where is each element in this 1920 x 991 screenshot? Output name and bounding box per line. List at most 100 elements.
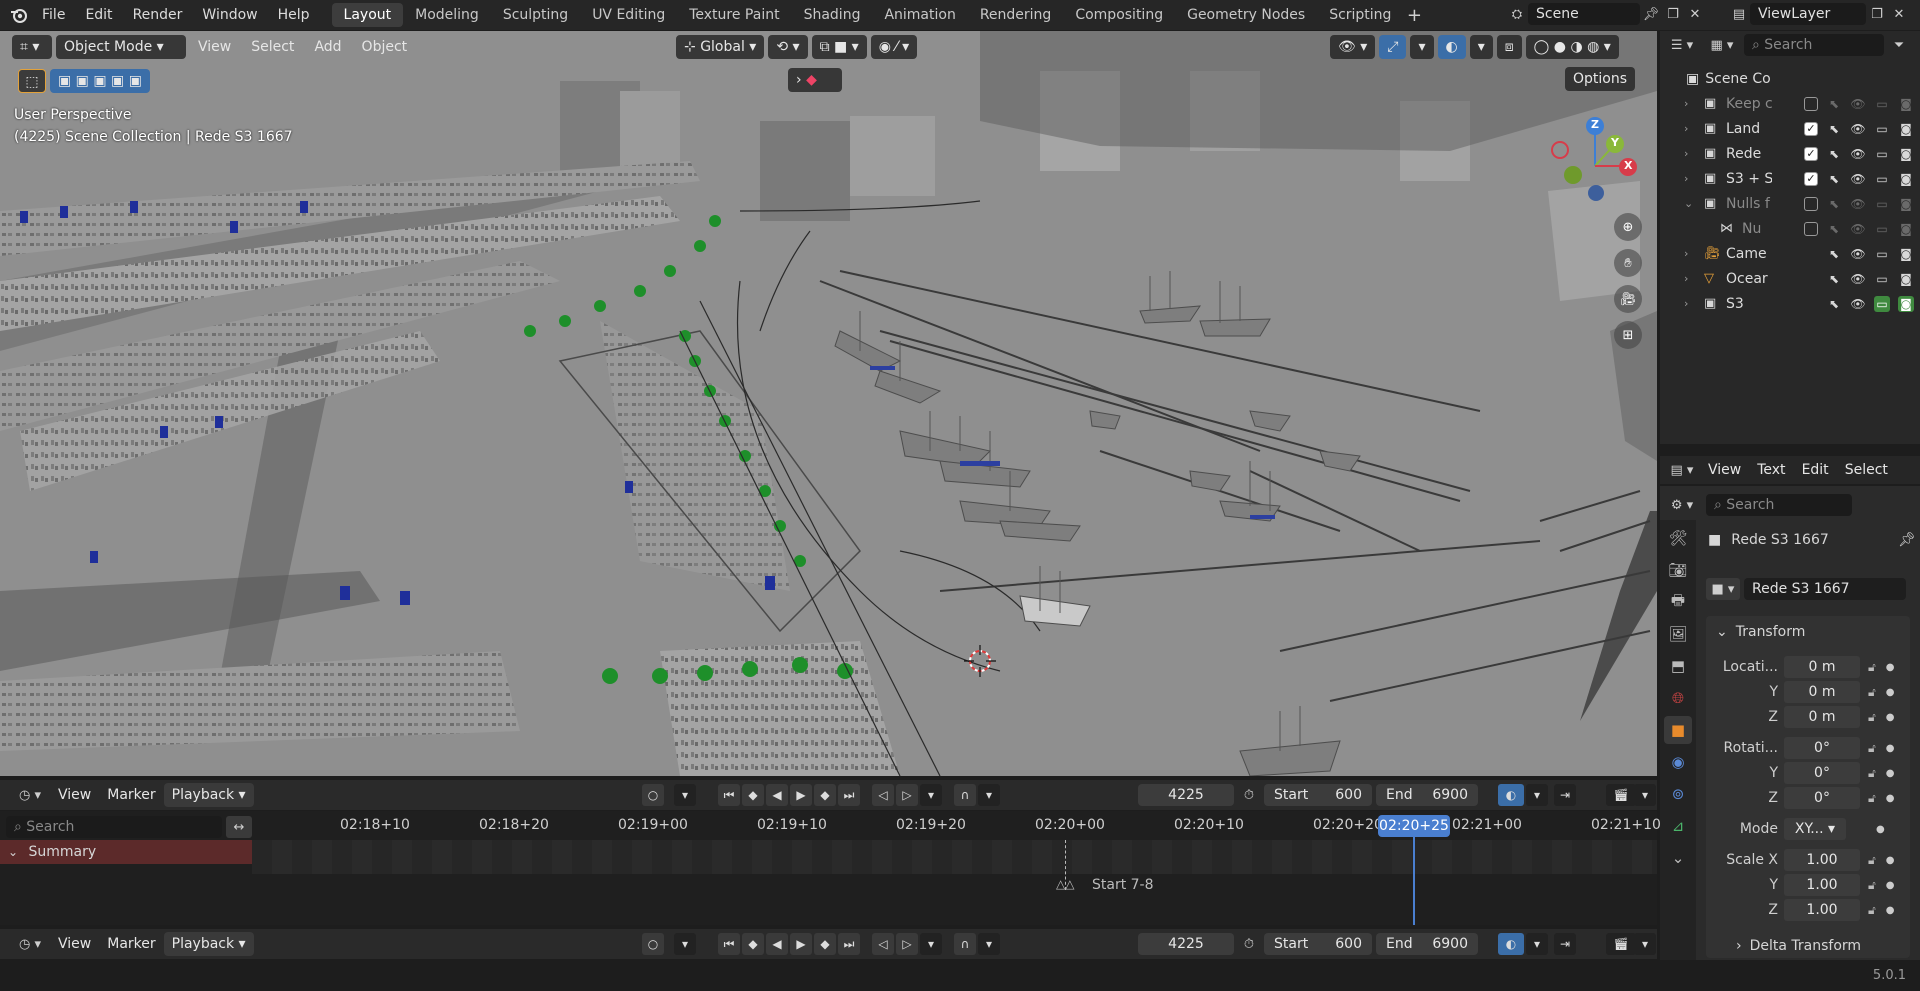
keyframe-dot-icon[interactable]: ●: [1886, 905, 1895, 916]
expand-chevron-icon[interactable]: ›: [1684, 297, 1688, 310]
select-arrow-icon[interactable]: ⬉: [1826, 271, 1842, 287]
expand-chevron-icon[interactable]: ›: [1684, 172, 1688, 185]
next-keyframe2-icon[interactable]: ◆: [814, 933, 836, 955]
outliner-row[interactable]: › ▣ S3 + S ✓ ⬉ 👁︎ ▭ ◙: [1660, 166, 1920, 191]
menu-edit[interactable]: Edit: [75, 0, 122, 30]
menu-window[interactable]: Window: [192, 0, 267, 30]
location-y-field[interactable]: 0 m: [1784, 681, 1860, 703]
object-name-field[interactable]: Rede S3 1667: [1744, 578, 1906, 600]
camera-render-icon[interactable]: ◙: [1898, 196, 1914, 212]
scale-z-field[interactable]: 1.00: [1784, 899, 1860, 921]
constraints-tab-icon[interactable]: ⊿: [1664, 812, 1692, 840]
world-tab-icon[interactable]: 🌐︎: [1664, 684, 1692, 712]
exclude-checkbox[interactable]: [1804, 221, 1818, 236]
jump-end-icon[interactable]: ⏭: [838, 784, 860, 806]
frame-range2-icon[interactable]: ⇥: [1554, 933, 1576, 955]
keying-dropdown-icon[interactable]: ▾: [920, 784, 942, 806]
timeline2-menu-playback[interactable]: Playback ▾: [163, 932, 254, 956]
eye-icon[interactable]: 👁︎: [1850, 271, 1866, 287]
rotation-x-field[interactable]: 0°: [1784, 737, 1860, 759]
jump-start2-icon[interactable]: ⏮: [718, 933, 740, 955]
exclude-checkbox[interactable]: ✓: [1804, 121, 1818, 136]
eye-icon[interactable]: 👁︎: [1850, 246, 1866, 262]
select-arrow-icon[interactable]: ⬉: [1826, 221, 1842, 237]
props-menu-select[interactable]: Select: [1837, 458, 1896, 482]
tab-texture-paint[interactable]: Texture Paint: [677, 3, 791, 27]
exclude-checkbox[interactable]: ✓: [1804, 146, 1818, 161]
keyframe-dot-icon[interactable]: ●: [1886, 743, 1895, 754]
summary-row[interactable]: ⌄ Summary: [0, 840, 252, 864]
clapper-icon[interactable]: 🎬︎: [1606, 784, 1636, 806]
camera-render-icon[interactable]: ◙: [1898, 221, 1914, 237]
display-mode-icon[interactable]: ▦ ▾: [1704, 34, 1740, 56]
tab-animation[interactable]: Animation: [872, 3, 967, 27]
options-button[interactable]: Options: [1565, 67, 1636, 91]
record-icon[interactable]: ○: [642, 784, 664, 806]
tab-sculpting[interactable]: Sculpting: [491, 3, 580, 27]
clapper2-icon[interactable]: 🎬︎: [1606, 933, 1636, 955]
select-box-icon[interactable]: ⬚: [18, 69, 46, 93]
modifier-tab-icon[interactable]: ◉: [1664, 748, 1692, 776]
monitor-icon[interactable]: ▭: [1874, 121, 1890, 137]
text-editor-icon[interactable]: ▤ ▾: [1664, 459, 1700, 481]
keyframe-dot-icon[interactable]: ●: [1886, 712, 1895, 723]
outliner-editor-icon[interactable]: ☰ ▾: [1664, 34, 1700, 56]
next-frame-icon[interactable]: ▷: [896, 784, 918, 806]
monitor-icon[interactable]: ▭: [1874, 96, 1890, 112]
lock-icon[interactable]: 🔓︎: [1868, 741, 1876, 756]
overlays-icon[interactable]: ◐: [1437, 35, 1466, 59]
timeline-search-input[interactable]: ⌕ Search: [6, 816, 222, 838]
copy-scene-icon[interactable]: ❐: [1662, 3, 1684, 25]
navigation-gizmo[interactable]: Z Y X: [1550, 111, 1640, 221]
ortho-grid-icon[interactable]: ⊞: [1614, 321, 1642, 349]
expand-chevron-icon[interactable]: ›: [1684, 122, 1688, 135]
eye-icon[interactable]: 👁︎: [1850, 196, 1866, 212]
monitor-icon[interactable]: ▭: [1874, 171, 1890, 187]
clapper-dropdown-icon[interactable]: ▾: [1634, 784, 1656, 806]
eye-icon[interactable]: 👁︎: [1850, 121, 1866, 137]
lock-icon[interactable]: 🔓︎: [1868, 710, 1876, 725]
monitor-icon[interactable]: ▭: [1874, 246, 1890, 262]
current-frame2-field[interactable]: 4225: [1138, 933, 1234, 955]
rotation-mode-field[interactable]: XY... ▾: [1784, 818, 1846, 840]
outliner-row[interactable]: › ▣ Land ✓ ⬉ 👁︎ ▭ ◙: [1660, 116, 1920, 141]
tab-layout[interactable]: Layout: [331, 3, 404, 27]
monitor-icon[interactable]: ▭: [1874, 295, 1890, 312]
camera-render-icon[interactable]: ◙: [1898, 121, 1914, 137]
orientation-dropdown[interactable]: ⊹ Global ▾: [676, 35, 765, 59]
scene-icon[interactable]: ⛭: [1506, 3, 1528, 25]
location-x-field[interactable]: 0 m: [1784, 656, 1860, 678]
lock-icon[interactable]: 🔓︎: [1868, 660, 1876, 675]
plus-icon[interactable]: +: [1403, 4, 1425, 26]
prev-frame2-icon[interactable]: ◁: [872, 933, 894, 955]
copy-layer-icon[interactable]: ❐: [1866, 3, 1888, 25]
playhead-time-label[interactable]: 02:20+25: [1378, 815, 1450, 837]
select-arrow-icon[interactable]: ⬉: [1826, 196, 1842, 212]
snap-magnet2-icon[interactable]: ∩: [954, 933, 976, 955]
stopwatch2-icon[interactable]: ⏱: [1238, 933, 1260, 955]
clapper2-dropdown-icon[interactable]: ▾: [1634, 933, 1656, 955]
close-layer-icon[interactable]: ✕: [1888, 3, 1910, 25]
gizmos-icon[interactable]: ⤢: [1379, 35, 1407, 59]
prev-frame-icon[interactable]: ◁: [872, 784, 894, 806]
camera-render-icon[interactable]: ◙: [1898, 96, 1914, 112]
object-tab-icon[interactable]: ■: [1664, 716, 1692, 744]
keyframe-dot-icon[interactable]: ●: [1886, 880, 1895, 891]
monitor-icon[interactable]: ▭: [1874, 271, 1890, 287]
scene-field[interactable]: Scene: [1528, 3, 1640, 25]
end-frame-field[interactable]: End 6900: [1376, 784, 1478, 806]
more-tabs-icon[interactable]: ⌄: [1664, 844, 1692, 872]
pivot-icon[interactable]: ⟲ ▾: [768, 35, 808, 59]
stopwatch-icon[interactable]: ⏱: [1238, 784, 1260, 806]
viewport-menu-view[interactable]: View: [190, 35, 239, 59]
outliner-row[interactable]: ⋈ Nu ⬉ 👁︎ ▭ ◙: [1660, 216, 1920, 241]
select-arrow-icon[interactable]: ⬉: [1826, 96, 1842, 112]
eye-icon[interactable]: 👁︎: [1850, 221, 1866, 237]
exclude-checkbox[interactable]: ✓: [1804, 171, 1818, 186]
tab-scripting[interactable]: Scripting: [1317, 3, 1403, 27]
shading-modes-icon[interactable]: ◯ ● ◑ ◍ ▾: [1525, 35, 1619, 59]
timeline-menu-view[interactable]: View: [50, 783, 99, 807]
eye-icon[interactable]: 👁︎: [1850, 96, 1866, 112]
camera-render-icon[interactable]: ◙: [1898, 295, 1914, 312]
eye-icon[interactable]: 👁︎: [1850, 171, 1866, 187]
